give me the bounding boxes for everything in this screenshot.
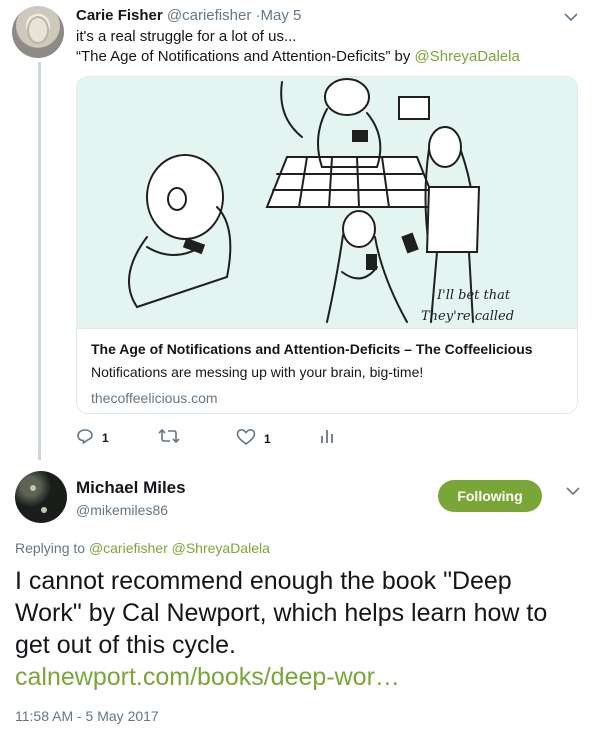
author-handle[interactable]: @cariefisher xyxy=(167,7,251,24)
tweet-text-line-2: “The Age of Notifications and Attention-… xyxy=(76,47,586,67)
chevron-down-icon[interactable] xyxy=(564,10,578,25)
analytics-icon[interactable] xyxy=(320,428,334,447)
thread-connector-line xyxy=(38,62,41,460)
retweet-action[interactable] xyxy=(158,428,180,447)
reply-tweet-text: I cannot recommend enough the book "Deep… xyxy=(15,565,585,693)
reply-icon[interactable] xyxy=(76,428,94,447)
card-illustration: I'll bet that They're called xyxy=(77,77,577,329)
author-handle[interactable]: @mikemiles86 xyxy=(76,502,168,518)
reply-text-body: I cannot recommend enough the book "Deep… xyxy=(15,567,548,659)
tweet-text-line-1: it's a real struggle for a lot of us... xyxy=(76,28,297,45)
card-title[interactable]: The Age of Notifications and Attention-D… xyxy=(91,340,563,358)
author-name[interactable]: Michael Miles xyxy=(76,478,186,498)
like-action[interactable]: 1 xyxy=(236,428,271,449)
avatar[interactable] xyxy=(12,6,64,58)
card-domain: thecoffeelicious.com xyxy=(91,390,218,406)
replying-to-users[interactable]: @cariefisher @ShreyaDalela xyxy=(89,540,270,556)
tweet-text-quote: “The Age of Notifications and Attention-… xyxy=(76,48,411,65)
avatar[interactable] xyxy=(15,471,67,523)
replying-to-label: Replying to xyxy=(15,540,86,556)
tweet-timestamp[interactable]: 11:58 AM - 5 May 2017 xyxy=(15,708,159,724)
reply-action[interactable]: 1 xyxy=(76,428,109,447)
illustration-caption-2: They're called xyxy=(421,309,514,324)
tweet-text: it's a real struggle for a lot of us... … xyxy=(76,27,586,67)
retweet-icon[interactable] xyxy=(158,428,180,447)
reply-count: 1 xyxy=(102,430,109,445)
author-name[interactable]: Carie Fisher xyxy=(76,7,163,24)
avatar-face xyxy=(27,16,49,44)
tweet-actions: 1 1 xyxy=(76,428,356,452)
reply-link[interactable]: calnewport.com/books/deep-wor… xyxy=(15,661,585,693)
card-description: Notifications are messing up with your b… xyxy=(91,364,424,380)
tweet-time[interactable]: May 5 xyxy=(260,7,301,24)
mention-link[interactable]: @ShreyaDalela xyxy=(415,48,520,65)
replying-to: Replying to @cariefisher @ShreyaDalela xyxy=(15,540,270,556)
avatar-detail xyxy=(30,485,36,491)
analytics-action[interactable] xyxy=(320,428,334,447)
chevron-down-icon[interactable] xyxy=(566,484,580,499)
illustration-svg: I'll bet that They're called xyxy=(128,78,514,324)
parent-tweet-header: Carie Fisher @cariefisher ·May 5 xyxy=(76,7,586,25)
avatar-detail xyxy=(41,507,47,513)
parent-tweet: Carie Fisher @cariefisher ·May 5 it's a … xyxy=(76,7,586,67)
heart-icon[interactable] xyxy=(236,428,256,449)
like-count: 1 xyxy=(264,431,271,446)
link-card[interactable]: I'll bet that They're called The Age of … xyxy=(76,76,578,414)
card-text: The Age of Notifications and Attention-D… xyxy=(77,329,577,408)
following-button[interactable]: Following xyxy=(438,480,542,512)
illustration-caption-1: I'll bet that xyxy=(436,288,511,303)
